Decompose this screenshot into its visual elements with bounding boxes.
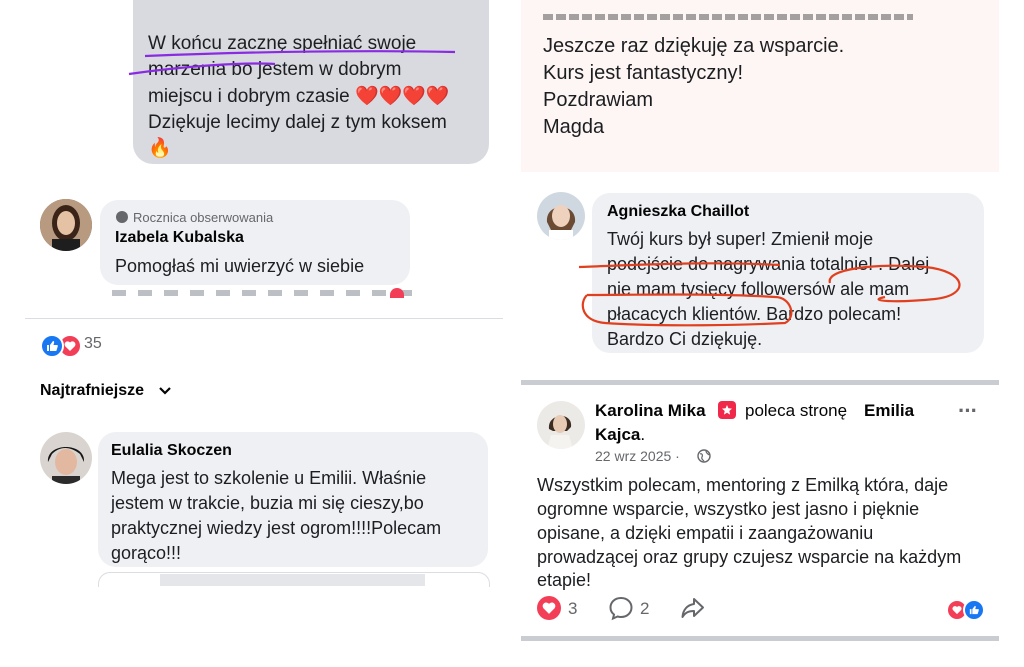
recommendation-star-icon: [718, 401, 736, 419]
anniversary-badge-icon: [116, 211, 128, 223]
comment-line: Twój kurs był super! Zmienił moje: [607, 229, 874, 249]
page-name-link-cont[interactable]: Kajca.: [595, 425, 645, 445]
heart-reaction-button[interactable]: [537, 596, 561, 620]
globe-icon: [697, 449, 711, 463]
comments-count[interactable]: 2: [640, 599, 649, 619]
comment-author[interactable]: Eulalia Skoczen: [111, 442, 232, 460]
post-body-line: Wszystkim polecam, mentoring z Emilką kt…: [537, 475, 949, 495]
message-line: miejscu i dobrym czasie ❤️❤️❤️❤️: [148, 86, 450, 107]
message-line: Magda: [543, 116, 605, 138]
cut-off-action-row: [112, 290, 412, 296]
like-icon: [963, 599, 985, 621]
avatar[interactable]: [40, 199, 92, 251]
share-icon[interactable]: [680, 596, 706, 620]
like-icon: [40, 334, 64, 358]
comment-icon[interactable]: [608, 595, 634, 621]
post-body-line: prowadzącej oraz grupy czujesz wsparcie …: [537, 547, 962, 567]
post-body-line: opisane, a dzięki empatii i zaangażowani…: [537, 523, 874, 543]
post-author[interactable]: Karolina Mika: [595, 401, 706, 421]
message-line: Kurs jest fantastyczny!: [543, 62, 744, 84]
avatar[interactable]: [537, 192, 585, 240]
purple-underline-annotation: [128, 50, 456, 76]
comment-line: gorąco!!!: [111, 543, 182, 563]
heart-icon: [390, 288, 404, 298]
fire-emoji: 🔥: [148, 138, 172, 159]
recommends-text: poleca stronę: [745, 401, 848, 420]
section-divider: [521, 380, 999, 385]
period-text: .: [640, 425, 646, 444]
comment-author[interactable]: Izabela Kubalska: [115, 229, 244, 247]
comment-line: Mega jest to szkolenie u Emilii. Właśnie: [111, 468, 427, 488]
section-divider: [25, 318, 503, 319]
sort-dropdown[interactable]: Najtrafniejsze: [40, 382, 144, 400]
cut-off-image: [160, 574, 425, 586]
message-line: Pozdrawiam: [543, 89, 654, 111]
reactions-count[interactable]: 35: [84, 335, 102, 353]
message-line: Dziękuje lecimy dalej z tym koksem: [148, 112, 447, 133]
cut-off-text: [543, 14, 913, 20]
chevron-down-icon[interactable]: [158, 384, 172, 398]
message-line: Jeszcze raz dziękuję za wsparcie.: [543, 35, 845, 57]
more-options-button[interactable]: ···: [958, 398, 978, 424]
email-message-area: [521, 0, 999, 172]
post-date[interactable]: 22 wrz 2025 ·: [595, 448, 680, 464]
section-divider: [521, 636, 999, 641]
page-name-text[interactable]: Kajca: [595, 425, 640, 444]
post-body-line: etapie!: [537, 570, 592, 590]
likes-count[interactable]: 3: [568, 599, 577, 619]
comment-author[interactable]: Agnieszka Chaillot: [607, 203, 749, 221]
avatar[interactable]: [40, 432, 92, 484]
avatar[interactable]: [537, 401, 585, 449]
comment-line: jestem w trakcie, buzia mi się cieszy,bo: [111, 493, 424, 513]
red-underline-annotation: [578, 262, 961, 327]
post-body-line: ogromne wsparcie, wszystko jest jasno i …: [537, 499, 920, 519]
comment-line: praktycznej wiedzy jest ogrom!!!!Polecam: [111, 518, 442, 538]
comment-badge-label: Rocznica obserwowania: [133, 210, 274, 225]
comment-text: Pomogłaś mi uwierzyć w siebie: [115, 256, 365, 276]
page-name-link[interactable]: Emilia: [864, 401, 914, 421]
